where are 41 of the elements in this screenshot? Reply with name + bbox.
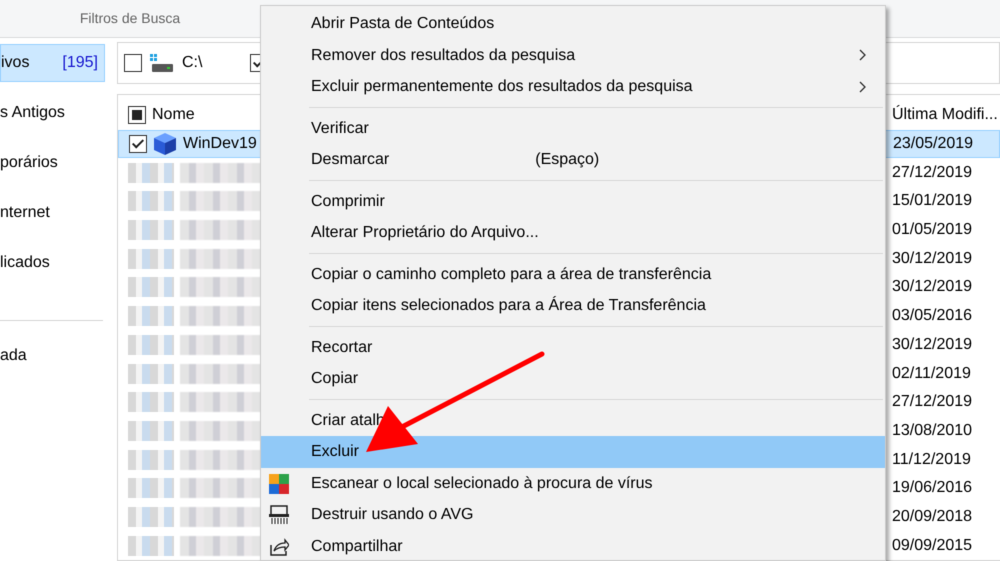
menu-item-label: Destruir usando o AVG xyxy=(311,505,474,524)
menu-item-label: Recortar xyxy=(311,338,372,357)
file-date: 23/05/2019 xyxy=(892,134,974,154)
file-name: WinDev19 xyxy=(183,134,257,154)
file-date: 11/12/2019 xyxy=(891,450,971,470)
menu-item-label: Remover dos resultados da pesquisa xyxy=(311,46,576,65)
menu-item-label: Desmarcar xyxy=(311,150,390,170)
sidebar-item-label: porários xyxy=(0,153,58,173)
sidebar-item-label: nternet xyxy=(0,203,50,223)
sidebar-item-label: ada xyxy=(0,346,27,366)
menu-item-label: Copiar o caminho completo para a área de transferência xyxy=(311,264,712,284)
file-date: 27/12/2019 xyxy=(891,392,972,412)
menu-item-label: Alterar Proprietário do Arquivo... xyxy=(311,223,539,242)
menu-item-label: Excluir xyxy=(311,442,360,462)
file-date: 13/08/2010 xyxy=(891,420,972,441)
menu-item-label: Copiar itens selecionados para a Área de Transferência xyxy=(311,296,706,316)
item-count: [195] xyxy=(62,53,98,73)
menu-item-label: Comprimir xyxy=(311,192,385,211)
file-date: 09/09/2015 xyxy=(891,536,972,556)
file-date: 02/11/2019 xyxy=(891,364,971,384)
file-date: 30/12/2019 xyxy=(891,277,972,298)
menu-item-label: Verificar xyxy=(311,118,369,138)
file-date: 03/05/2016 xyxy=(891,306,972,326)
file-date: 30/12/2019 xyxy=(891,248,972,269)
file-date: 19/06/2016 xyxy=(891,478,972,498)
file-date: 20/09/2018 xyxy=(891,506,972,527)
menu-item-label: Abrir Pasta de Conteúdos xyxy=(311,14,494,34)
menu-item-label: Escanear o local selecionado à procura de vírus xyxy=(311,474,653,493)
shortcut-label: (Espaço) xyxy=(535,150,600,170)
sidebar-item-label: licados xyxy=(0,253,50,273)
sidebar-item-label: ivos xyxy=(1,53,30,73)
sidebar-item-label: s Antigos xyxy=(0,103,65,123)
menu-item-label: Copiar xyxy=(311,369,358,388)
file-date: 27/12/2019 xyxy=(891,162,972,183)
file-date: 15/01/2019 xyxy=(891,191,972,212)
file-date: 01/05/2019 xyxy=(891,220,972,240)
menu-item-label: Excluir permanentemente dos resultados da pesquisa xyxy=(311,77,693,96)
menu-item-label: Compartilhar xyxy=(311,536,403,556)
drive-label: C:\ xyxy=(182,53,202,73)
ribbon-group-label: Filtros de Busca xyxy=(78,9,182,28)
file-date: 30/12/2019 xyxy=(891,334,972,355)
